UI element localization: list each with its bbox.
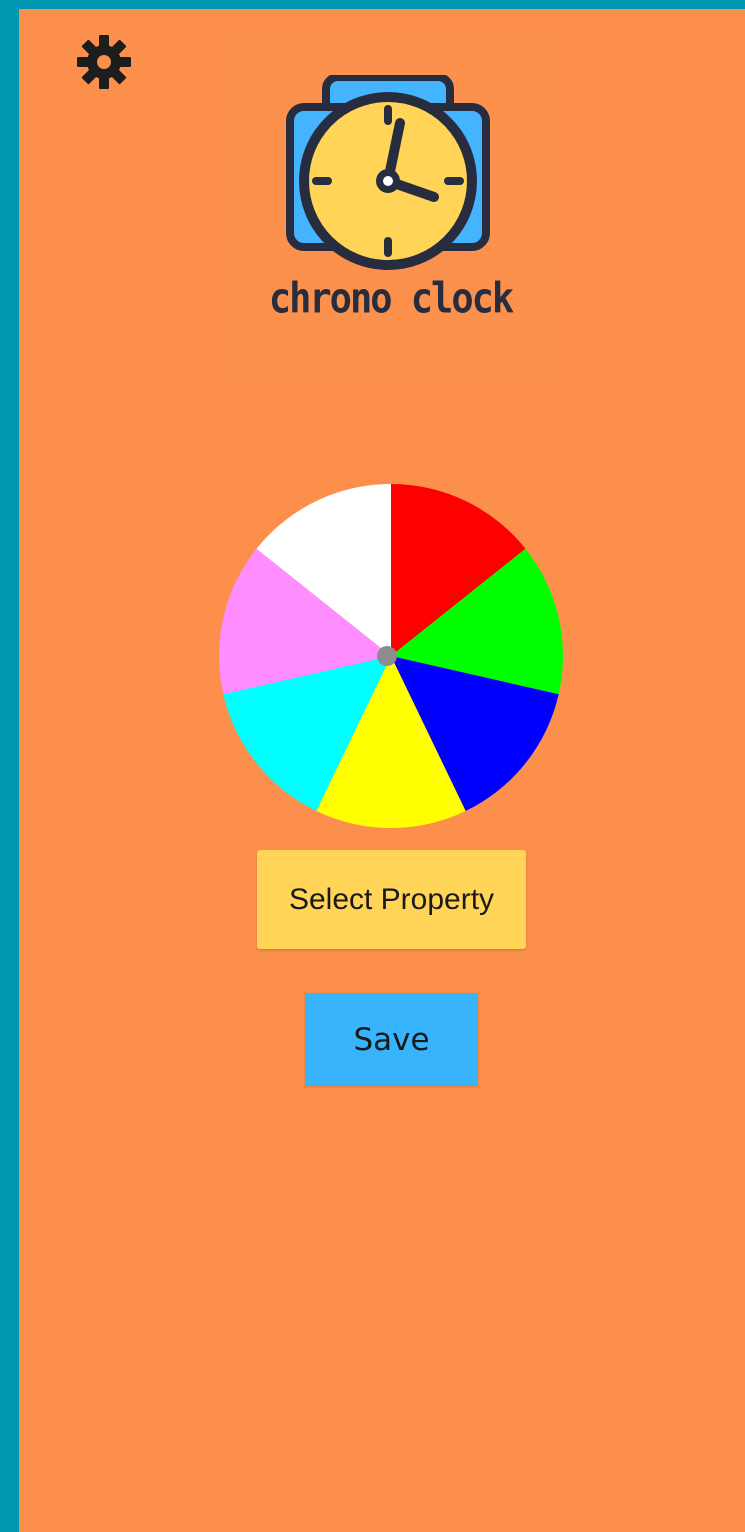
app-logo-title: chrono clock: [268, 274, 514, 323]
color-wheel-center: [377, 646, 397, 666]
settings-button[interactable]: [74, 32, 134, 92]
select-property-button[interactable]: Select Property: [257, 850, 526, 949]
save-button[interactable]: Save: [305, 993, 478, 1086]
app-logo: chrono clock: [218, 39, 563, 384]
color-wheel[interactable]: [217, 482, 565, 830]
alarm-clock-camera-icon: [286, 75, 490, 270]
gear-icon: [77, 35, 131, 89]
app-screen: chrono clock Select Property Save: [19, 9, 745, 1532]
